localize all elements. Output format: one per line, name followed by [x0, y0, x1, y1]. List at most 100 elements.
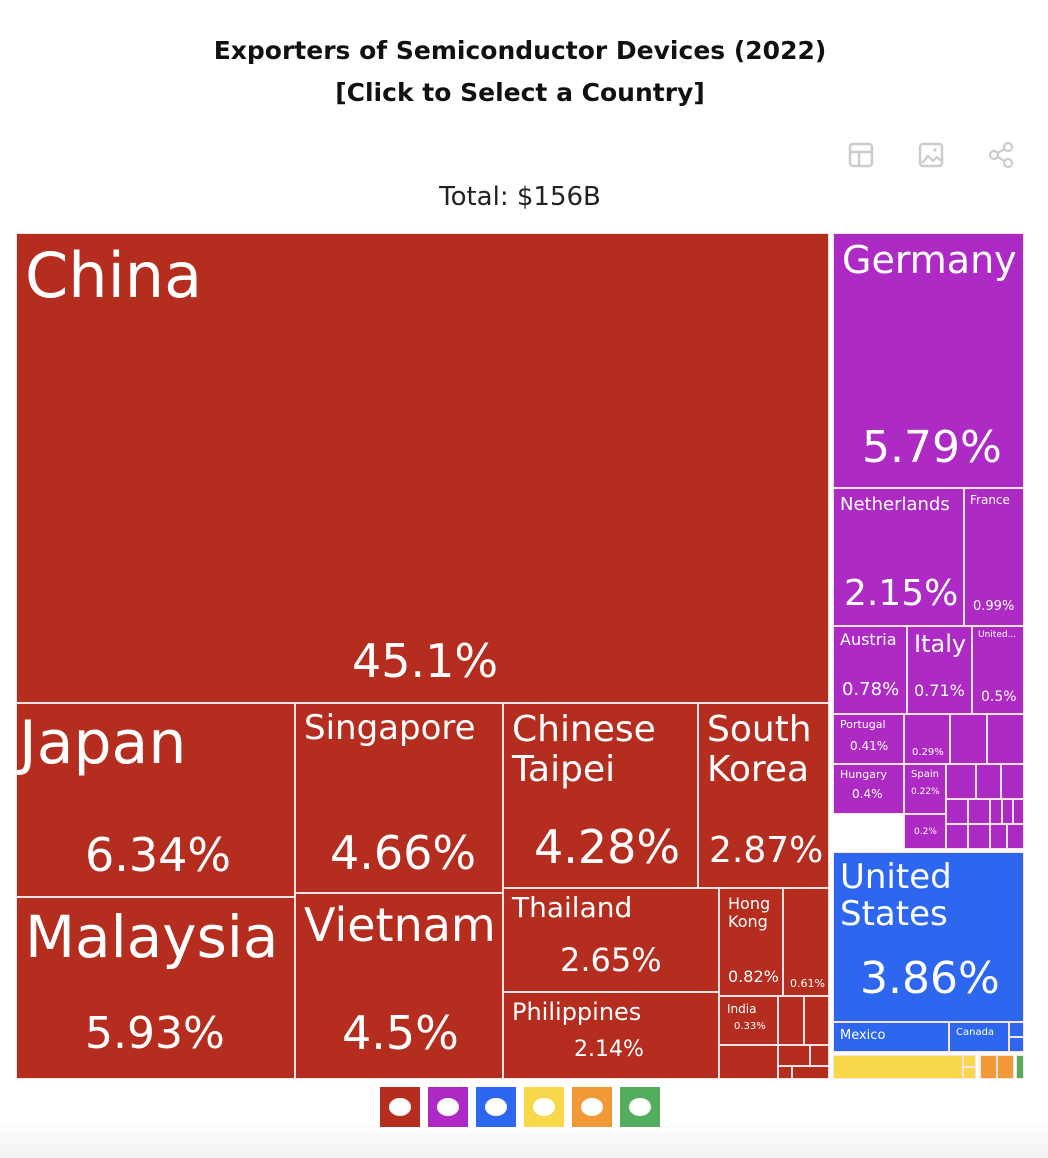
tile-portugal[interactable]: Portugal 0.41% [833, 714, 904, 764]
tile-small-24[interactable] [963, 1055, 976, 1067]
tile-share: 2.15% [844, 573, 959, 614]
tile-share: 45.1% [352, 634, 499, 688]
tile-small-26[interactable] [980, 1055, 997, 1079]
tile-china[interactable]: China 45.1% [16, 233, 829, 703]
tile-united-[interactable]: United... 0.5% [972, 626, 1024, 714]
tile-unlabeled-[interactable]: 0.2% [904, 814, 946, 849]
tile-small-28[interactable] [1016, 1055, 1024, 1079]
tile-share: 4.5% [342, 1006, 459, 1060]
tile-label: South Korea [707, 709, 812, 790]
image-icon[interactable] [916, 140, 946, 170]
table-icon[interactable] [846, 140, 876, 170]
tile-austria[interactable]: Austria 0.78% [833, 626, 907, 714]
tile-japan[interactable]: Japan 6.34% [16, 703, 295, 897]
continent-asia-icon[interactable] [380, 1087, 420, 1127]
tile-small-2[interactable] [946, 764, 976, 799]
tile-label: Thailand [512, 891, 633, 924]
tile-small-6[interactable] [968, 799, 990, 824]
tile-italy[interactable]: Italy 0.71% [907, 626, 972, 714]
title-line-2[interactable]: [Click to Select a Country] [0, 72, 1040, 114]
tile-small-20[interactable] [792, 1066, 829, 1079]
tile-mexico[interactable]: Mexico [833, 1022, 949, 1052]
tile-label: Philippines [512, 998, 642, 1026]
continent-north-america-icon[interactable] [476, 1087, 516, 1127]
tile-small-11[interactable] [968, 824, 990, 849]
tile-share: 4.66% [330, 826, 477, 880]
tile-small-22[interactable] [1009, 1037, 1024, 1052]
tile-small-27[interactable] [997, 1055, 1014, 1079]
tile-label: India [727, 1002, 757, 1016]
tile-unlabeled-[interactable]: 0.61% [783, 888, 829, 996]
tile-philippines[interactable]: Philippines 2.14% [503, 992, 719, 1079]
tile-south-korea[interactable]: South Korea 2.87% [698, 703, 829, 888]
tile-share: 0.82% [728, 967, 779, 986]
tile-small-12[interactable] [990, 824, 1007, 849]
tile-small-1[interactable] [987, 714, 1024, 764]
tile-small-0[interactable] [950, 714, 987, 764]
tile-france[interactable]: France 0.99% [964, 488, 1024, 626]
share-icon[interactable] [986, 140, 1016, 170]
tile-singapore[interactable]: Singapore 4.66% [295, 703, 503, 893]
continent-africa-icon[interactable] [524, 1087, 564, 1127]
title-line-1: Exporters of Semiconductor Devices (2022… [213, 36, 827, 65]
tile-label: Spain [911, 769, 939, 780]
tile-label: China [25, 239, 203, 312]
tile-small-17[interactable] [778, 1045, 810, 1066]
tile-share: 0.99% [973, 599, 1015, 614]
tile-chinese-taipei[interactable]: Chinese Taipei 4.28% [503, 703, 698, 888]
tile-share: 0.78% [842, 679, 900, 700]
tile-small-5[interactable] [946, 799, 968, 824]
tile-share: 0.61% [790, 977, 825, 990]
tile-small-10[interactable] [946, 824, 968, 849]
chart-title: Exporters of Semiconductor Devices (2022… [0, 30, 1040, 114]
tile-small-19[interactable] [778, 1066, 792, 1079]
tile-small-4[interactable] [1001, 764, 1024, 799]
tile-vietnam[interactable]: Vietnam 4.5% [295, 893, 503, 1079]
tile-share: 0.29% [912, 747, 944, 758]
tile-small-3[interactable] [976, 764, 1001, 799]
tile-label: Japan [19, 708, 187, 778]
continent-oceania-icon[interactable] [572, 1087, 612, 1127]
tile-share: 0.41% [850, 739, 889, 753]
tile-share: 0.5% [981, 689, 1017, 705]
tile-unlabeled-[interactable]: 0.29% [904, 714, 950, 764]
tile-label: Vietnam [304, 898, 496, 952]
tile-small-8[interactable] [1002, 799, 1013, 824]
tile-malaysia[interactable]: Malaysia 5.93% [16, 897, 295, 1079]
tile-small-25[interactable] [963, 1067, 976, 1079]
tile-netherlands[interactable]: Netherlands 2.15% [833, 488, 964, 626]
tile-canada[interactable]: Canada [949, 1022, 1009, 1052]
tile-share: 3.86% [860, 953, 1000, 1004]
tile-share: 5.79% [862, 422, 1002, 473]
tile-label: Austria [840, 630, 897, 649]
tile-hong-kong[interactable]: Hong Kong 0.82% [719, 888, 783, 996]
tile-label: Singapore [304, 708, 476, 748]
tile-hungary[interactable]: Hungary 0.4% [833, 764, 904, 814]
tile-share: 0.22% [911, 787, 940, 797]
continent-south-america-icon[interactable] [620, 1087, 660, 1127]
tile-small-15[interactable] [804, 996, 829, 1045]
tile-germany[interactable]: Germany 5.79% [833, 233, 1024, 488]
tile-small-16[interactable] [719, 1045, 778, 1079]
tile-small-9[interactable] [1013, 799, 1024, 824]
treemap: China 45.1% Japan 6.34% Malaysia 5.93% Singapo… [16, 233, 1024, 1079]
tile-spain[interactable]: Spain 0.22% [904, 764, 946, 814]
tile-small-13[interactable] [1007, 824, 1024, 849]
tile-thailand[interactable]: Thailand 2.65% [503, 888, 719, 992]
tile-small-14[interactable] [778, 996, 804, 1045]
tile-label: Hungary [840, 768, 887, 781]
tile-label: Chinese Taipei [512, 709, 656, 790]
tile-small-18[interactable] [810, 1045, 829, 1066]
tile-united-states[interactable]: United States 3.86% [833, 852, 1024, 1022]
continent-europe-icon[interactable] [428, 1087, 468, 1127]
tile-small-7[interactable] [990, 799, 1002, 824]
tile-share: 0.2% [914, 827, 937, 837]
tile-label: Canada [956, 1027, 995, 1038]
tile-label: Mexico [840, 1028, 886, 1043]
tile-label: France [970, 493, 1010, 507]
tile-label: Germany [842, 238, 1017, 282]
tile-india[interactable]: India 0.33% [719, 996, 778, 1045]
tile-small-23[interactable] [833, 1055, 963, 1079]
tile-label: Portugal [840, 718, 886, 731]
tile-small-21[interactable] [1009, 1022, 1024, 1037]
